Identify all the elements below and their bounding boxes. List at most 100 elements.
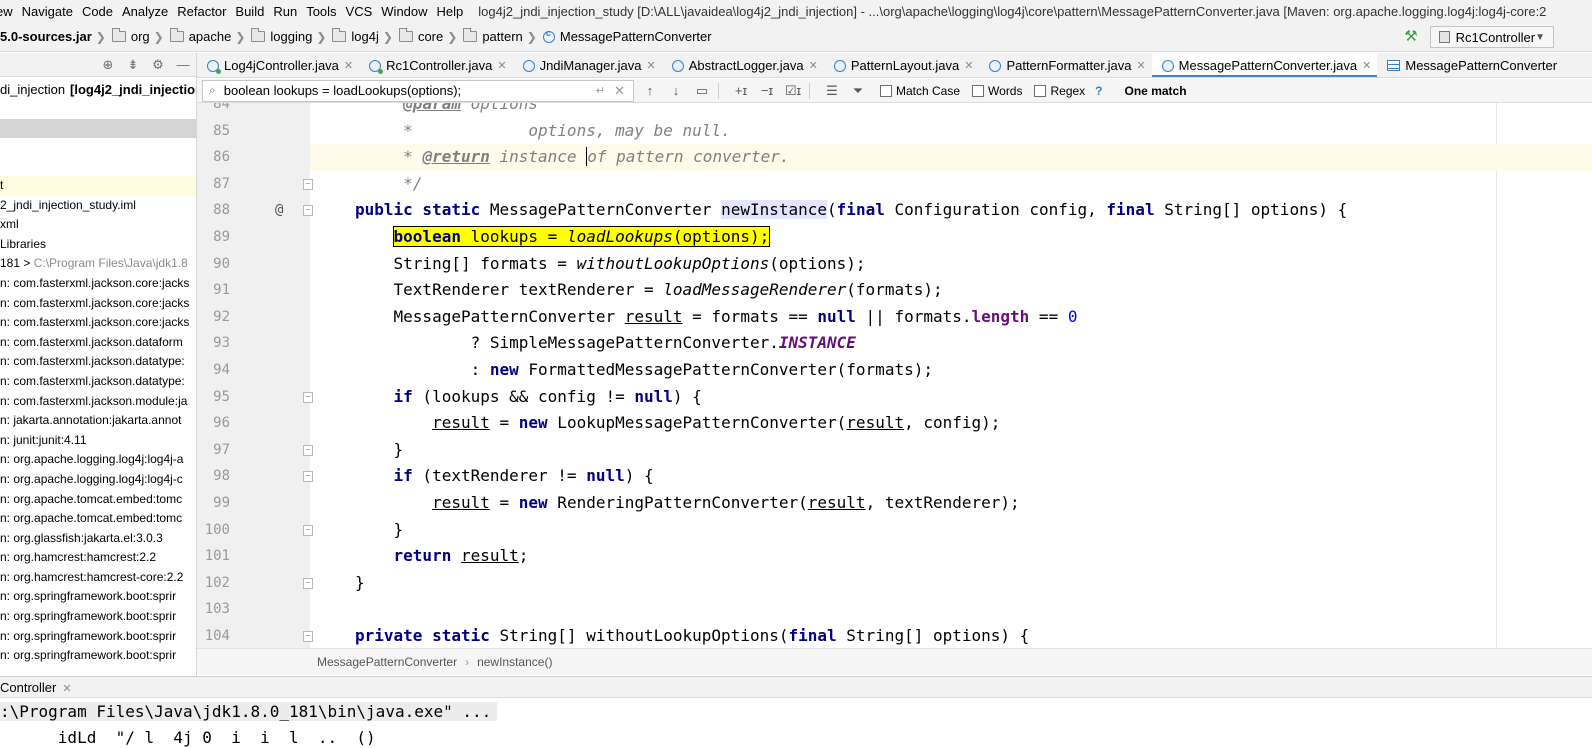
previous-occurrence-icon[interactable]: ↑ bbox=[640, 81, 660, 101]
editor-tab[interactable]: Rc1Controller.java ✕ bbox=[359, 53, 512, 77]
code-line[interactable]: 95 − if (lookups && config != null) { bbox=[197, 384, 1592, 411]
breadcrumb-folder-pattern[interactable]: pattern ❯ bbox=[463, 28, 543, 44]
code-line[interactable]: 104 − private static String[] withoutLooku… bbox=[197, 623, 1592, 648]
tree-item[interactable]: n: com.fasterxml.jackson.core:jacks bbox=[0, 294, 196, 314]
close-icon[interactable]: ✕ bbox=[964, 59, 973, 72]
tree-item[interactable]: n: org.apache.tomcat.embed:tomc bbox=[0, 509, 196, 529]
tree-selected-row[interactable] bbox=[0, 119, 196, 138]
tree-item[interactable]: n: org.springframework.boot:sprir bbox=[0, 587, 196, 607]
code-line[interactable]: 92 MessagePatternConverter result = form… bbox=[197, 304, 1592, 331]
code-line[interactable]: 88 @ − public static MessagePatternConverte… bbox=[197, 197, 1592, 224]
close-icon[interactable]: ✕ bbox=[646, 59, 655, 72]
menu-analyze[interactable]: Analyze bbox=[122, 4, 174, 19]
close-icon[interactable]: ✕ bbox=[62, 683, 71, 695]
code-line[interactable]: 96 result = new LookupMessagePatternConv… bbox=[197, 410, 1592, 437]
tree-item[interactable]: n: org.hamcrest:hamcrest:2.2 bbox=[0, 548, 196, 568]
fold-marker-icon[interactable]: − bbox=[303, 444, 313, 456]
breadcrumb-folder-apache[interactable]: apache ❯ bbox=[169, 28, 252, 44]
run-console[interactable]: :\Program Files\Java\jdk1.8.0_181\bin\ja… bbox=[0, 699, 1592, 748]
close-icon[interactable]: ✕ bbox=[809, 59, 818, 72]
collapse-all-icon[interactable]: ⇟ bbox=[126, 57, 140, 72]
tree-item[interactable]: 2_jndi_injection_study.iml bbox=[0, 196, 196, 216]
editor-tab[interactable]: MessagePatternConverter bbox=[1377, 53, 1563, 77]
tree-item[interactable]: n: com.fasterxml.jackson.dataform bbox=[0, 333, 196, 353]
editor-tab[interactable]: PatternLayout.java ✕ bbox=[824, 53, 980, 77]
tree-item[interactable]: n: com.fasterxml.jackson.module:ja bbox=[0, 392, 196, 412]
menu-window[interactable]: Window bbox=[381, 4, 433, 19]
code-line[interactable]: 87 − */ bbox=[197, 171, 1592, 198]
code-line[interactable]: 100 − } bbox=[197, 517, 1592, 544]
tree-item[interactable]: n: org.apache.tomcat.embed:tomc bbox=[0, 490, 196, 510]
next-occurrence-icon[interactable]: ↓ bbox=[666, 81, 686, 101]
menu-view[interactable]: ew bbox=[0, 4, 19, 19]
fold-marker-icon[interactable]: − bbox=[303, 577, 313, 589]
menu-navigate[interactable]: Navigate bbox=[22, 4, 79, 19]
tree-item[interactable]: n: org.springframework.boot:sprir bbox=[0, 607, 196, 627]
fold-marker-icon[interactable]: − bbox=[303, 631, 313, 642]
tree-item[interactable]: n: org.springframework.boot:sprir bbox=[0, 627, 196, 647]
code-line[interactable]: 102 −} bbox=[197, 570, 1592, 597]
tree-item[interactable]: n: jakarta.annotation:jakarta.annot bbox=[0, 411, 196, 431]
annotation-gutter-icon[interactable]: @ bbox=[275, 197, 283, 224]
tree-item[interactable]: n: org.hamcrest:hamcrest-core:2.2 bbox=[0, 568, 196, 588]
fold-marker-icon[interactable]: − bbox=[303, 391, 313, 403]
select-all-occurrences-icon[interactable]: ☑ɪ bbox=[783, 81, 803, 101]
code-line[interactable]: 93 ? SimpleMessagePatternConverter.INSTA… bbox=[197, 330, 1592, 357]
fold-marker-icon[interactable]: − bbox=[303, 471, 313, 483]
breadcrumb-folder-core[interactable]: core ❯ bbox=[398, 28, 463, 44]
code-line[interactable]: 84 @param options bbox=[197, 103, 1592, 118]
code-editor[interactable]: 84 @param options 85 * options, may be nu… bbox=[197, 103, 1592, 648]
minimize-icon[interactable]: — bbox=[176, 57, 190, 72]
code-line[interactable]: 98 − if (textRenderer != null) { bbox=[197, 463, 1592, 490]
tree-item[interactable]: n: org.apache.logging.log4j:log4j-c bbox=[0, 470, 196, 490]
tree-item[interactable]: n: org.apache.logging.log4j:log4j-a bbox=[0, 450, 196, 470]
code-line[interactable]: 94 : new FormattedMessagePatternConverte… bbox=[197, 357, 1592, 384]
filter-list-icon[interactable]: ☰ bbox=[822, 81, 842, 101]
close-icon[interactable]: ✕ bbox=[1362, 59, 1371, 72]
editor-tab[interactable]: AbstractLogger.java ✕ bbox=[662, 53, 824, 77]
tree-item[interactable]: n: junit:junit:4.11 bbox=[0, 431, 196, 451]
breadcrumb-folder-org[interactable]: org ❯ bbox=[111, 28, 170, 44]
code-line[interactable]: 101 return result; bbox=[197, 543, 1592, 570]
words-checkbox[interactable]: Words bbox=[972, 84, 1022, 98]
regex-help-icon[interactable]: ? bbox=[1095, 84, 1102, 98]
editor-tab[interactable]: Log4jController.java ✕ bbox=[197, 53, 359, 77]
build-hammer-icon[interactable]: ⚒ bbox=[1402, 28, 1420, 46]
filter-icon[interactable]: ⏷ bbox=[848, 81, 868, 101]
tree-item[interactable]: n: com.fasterxml.jackson.core:jacks bbox=[0, 313, 196, 333]
editor-tab[interactable]: PatternFormatter.java ✕ bbox=[979, 53, 1151, 77]
code-line[interactable]: 91 TextRenderer textRenderer = loadMessa… bbox=[197, 277, 1592, 304]
menu-code[interactable]: Code bbox=[82, 4, 119, 19]
breadcrumb-jar[interactable]: 5.0-sources.jar ❯ bbox=[0, 29, 112, 44]
editor-crumb-class[interactable]: MessagePatternConverter bbox=[317, 655, 457, 669]
menu-vcs[interactable]: VCS bbox=[346, 4, 379, 19]
code-line[interactable]: 89 boolean lookups = loadLookups(options… bbox=[197, 224, 1592, 251]
run-configuration-select[interactable]: Rc1Controller ▼ bbox=[1430, 26, 1554, 48]
tree-item[interactable]: n: org.glassfish:jakarta.el:3.0.3 bbox=[0, 529, 196, 549]
locate-icon[interactable]: ⊕ bbox=[101, 57, 115, 72]
search-icon[interactable]: ⌕ bbox=[209, 83, 216, 98]
code-line[interactable]: 85 * options, may be null. bbox=[197, 118, 1592, 145]
editor-crumb-method[interactable]: newInstance() bbox=[477, 655, 552, 669]
menu-tools[interactable]: Tools bbox=[306, 4, 342, 19]
tree-item[interactable]: n: com.fasterxml.jackson.datatype: bbox=[0, 372, 196, 392]
code-line[interactable]: 90 String[] formats = withoutLookupOptio… bbox=[197, 251, 1592, 278]
fold-marker-icon[interactable]: − bbox=[303, 205, 313, 217]
breadcrumb-folder-logging[interactable]: logging ❯ bbox=[251, 28, 332, 44]
close-icon[interactable]: ✕ bbox=[1136, 59, 1145, 72]
regex-checkbox[interactable]: Regex bbox=[1034, 84, 1085, 98]
close-icon[interactable]: ✕ bbox=[344, 59, 353, 72]
tree-item[interactable]: Libraries bbox=[0, 235, 196, 255]
clear-icon[interactable]: ✕ bbox=[614, 83, 625, 99]
search-input[interactable] bbox=[223, 83, 564, 98]
code-line[interactable]: 97 − } bbox=[197, 437, 1592, 464]
tree-item[interactable]: 181 > C:\Program Files\Java\jdk1.8 bbox=[0, 254, 196, 274]
menu-run[interactable]: Run bbox=[273, 4, 303, 19]
tree-item[interactable]: n: com.fasterxml.jackson.datatype: bbox=[0, 352, 196, 372]
fold-marker-icon[interactable]: − bbox=[303, 178, 313, 190]
breadcrumb-folder-log4j[interactable]: log4j ❯ bbox=[332, 28, 399, 44]
tree-item[interactable]: n: org.springframework.boot:sprir bbox=[0, 646, 196, 666]
menu-refactor[interactable]: Refactor bbox=[177, 4, 232, 19]
editor-tab[interactable]: MessagePatternConverter.java ✕ bbox=[1151, 53, 1378, 77]
editor-tab[interactable]: JndiManager.java ✕ bbox=[513, 53, 662, 77]
